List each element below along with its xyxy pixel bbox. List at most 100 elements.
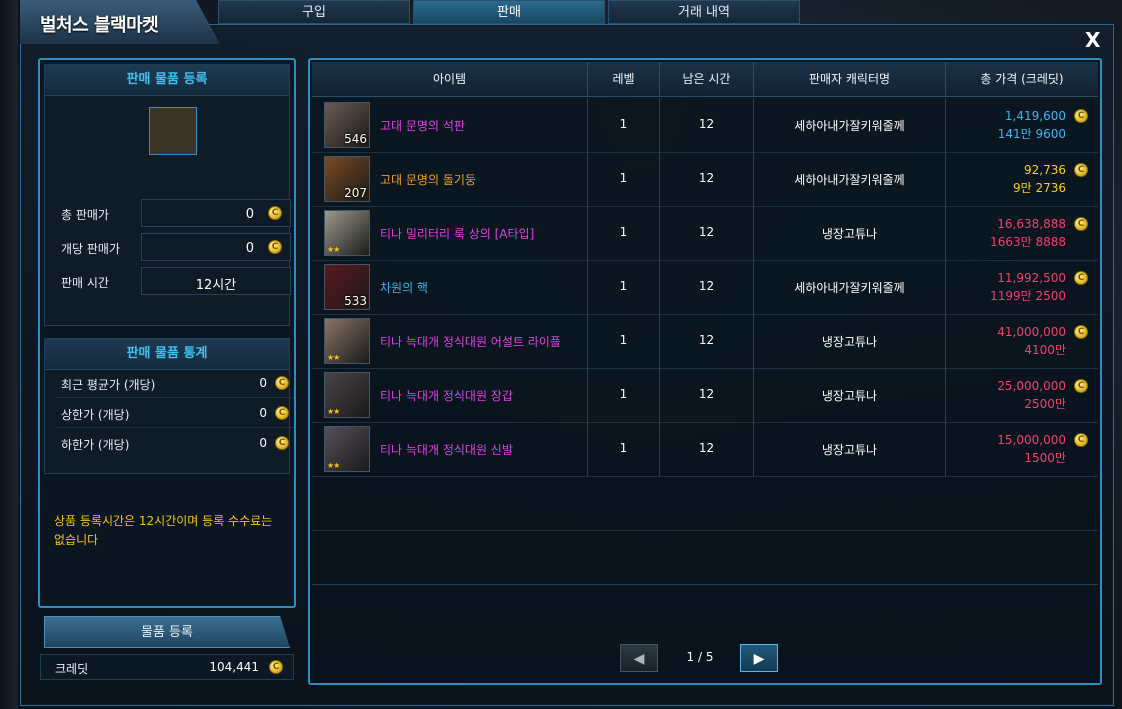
empty-table-row [312,476,1098,531]
seller-cell: 냉장고튜나 [754,314,946,368]
table-row[interactable]: ★★ 티나 밀리터리 룩 상의 [A타입] 1 12 냉장고튜나 16,638,888 16… [312,206,1098,261]
credit-label: 크레딧 [55,662,89,676]
credit-value: 104,441 [209,660,259,674]
page-indicator: 1 / 5 [686,650,714,664]
level-cell: 1 [588,368,660,422]
credit-coin-icon: C [1074,163,1088,177]
sale-time-label: 판매 시간 [61,276,109,290]
item-level: 1 [619,333,628,347]
seller-name: 세하아내가잘키워줄께 [794,119,905,133]
stat-label: 상한가 (개당) [61,408,130,422]
total-price-korean: 2500만 [1024,397,1066,411]
remaining-time: 12 [698,225,715,239]
total-price: 25,000,000 [997,379,1066,393]
close-button[interactable]: X [1085,28,1100,52]
credit-coin-icon: C [268,206,282,220]
item-level: 1 [619,441,628,455]
header-total-price[interactable]: 총 가격 (크레딧) [946,62,1098,96]
header-remaining-time[interactable]: 남은 시간 [660,62,754,96]
header-item[interactable]: 아이템 [312,62,588,96]
stat-label: 최근 평균가 (개당) [61,378,156,392]
item-cell: 546 고대 문명의 석판 [312,98,588,152]
time-cell: 12 [660,422,754,476]
seller-name: 냉장고튜나 [821,443,878,457]
table-row[interactable]: ★★ 티나 늑대개 정식대원 어설트 라이플 1 12 냉장고튜나 41,000,000 4… [312,314,1098,369]
total-price-korean: 1500만 [1024,451,1066,465]
stat-value: 0 [259,376,267,390]
table-row[interactable]: ★★ 티나 늑대개 정식대원 장갑 1 12 냉장고튜나 25,000,000 2500만 C [312,368,1098,423]
header-level[interactable]: 레벨 [588,62,660,96]
remaining-time: 12 [698,333,715,347]
stone-pillar-icon: 207 [324,156,370,202]
unit-price-row: 개당 판매가 0 C [57,233,291,261]
tab-history[interactable]: 거래 내역 [608,0,800,24]
total-price: 16,638,888 [997,217,1066,231]
total-price-korean: 9만 2736 [1012,181,1066,195]
price-cell: 11,992,500 1199만 2500 C [946,260,1098,314]
item-level: 1 [619,225,628,239]
level-cell: 1 [588,422,660,476]
unit-price-label: 개당 판매가 [61,242,121,256]
price-cell: 92,736 9만 2736 C [946,152,1098,206]
sale-time-select[interactable]: 12시간 [141,267,291,295]
stat-row-lower-limit: 하한가 (개당) 0 C [57,431,293,457]
level-cell: 1 [588,206,660,260]
stat-row-recent-avg: 최근 평균가 (개당) 0 C [57,371,293,398]
remaining-time: 12 [698,387,715,401]
table-header: 아이템 레벨 남은 시간 판매자 캐릭터명 총 가격 (크레딧) [312,62,1098,97]
item-quantity: 546 [344,132,367,146]
stat-value: 0 [259,436,267,450]
next-page-button[interactable]: ▶ [740,644,778,672]
time-cell: 12 [660,98,754,152]
total-price-input[interactable]: 0 C [141,199,291,227]
table-row[interactable]: 533 차원의 핵 1 12 세하아내가잘키워줄께 11,992,500 1199만 250… [312,260,1098,315]
prev-page-button[interactable]: ◀ [620,644,658,672]
grade-stars-icon: ★★ [327,245,340,254]
sale-time-value: 12시간 [195,278,237,293]
listing-panel: 아이템 레벨 남은 시간 판매자 캐릭터명 총 가격 (크레딧) 546 고대 문… [308,58,1102,685]
seller-name: 세하아내가잘키워줄께 [794,281,905,295]
register-section-title: 판매 물품 등록 [45,65,289,96]
total-price: 41,000,000 [997,325,1066,339]
remaining-time: 12 [698,171,715,185]
item-name: 티나 늑대개 정식대원 장갑 [380,389,513,403]
total-price: 92,736 [1024,163,1066,177]
table-row[interactable]: 546 고대 문명의 석판 1 12 세하아내가잘키워줄께 1,419,600 141만 9… [312,98,1098,153]
tab-sell[interactable]: 판매 [413,0,605,24]
level-cell: 1 [588,152,660,206]
item-name: 고대 문명의 석판 [380,119,465,133]
registration-notice: 상품 등록시간은 12시간이며 등록 수수료는 없습니다 [54,514,273,547]
credit-coin-icon: C [275,436,289,450]
item-cell: 207 고대 문명의 돌기둥 [312,152,588,206]
price-cell: 41,000,000 4100만 C [946,314,1098,368]
dimension-core-icon: 533 [324,264,370,310]
unit-price-input[interactable]: 0 C [141,233,291,261]
stats-section: 판매 물품 통계 최근 평균가 (개당) 0 C 상한가 (개당) 0 C 하한… [44,338,293,474]
table-row[interactable]: ★★ 티나 늑대개 정식대원 신발 1 12 냉장고튜나 15,000,000 1500만 C [312,422,1098,477]
empty-table-row [312,530,1098,585]
register-section: 판매 물품 등록 총 판매가 0 C 개당 판매가 0 C 판매 시간 12시간 [44,64,291,326]
tab-buy[interactable]: 구입 [218,0,410,24]
credit-coin-icon: C [269,660,283,674]
item-name: 차원의 핵 [380,281,428,295]
seller-name: 냉장고튜나 [821,227,878,241]
register-item-button[interactable]: 물품 등록 [44,616,290,648]
seller-cell: 세하아내가잘키워줄께 [754,98,946,152]
table-row[interactable]: 207 고대 문명의 돌기둥 1 12 세하아내가잘키워줄께 92,736 9만 2736 C [312,152,1098,207]
time-cell: 12 [660,260,754,314]
stat-value: 0 [259,406,267,420]
total-price-korean: 1199만 2500 [990,289,1066,303]
credit-coin-icon: C [1074,271,1088,285]
item-quantity: 207 [344,186,367,200]
seller-name: 냉장고튜나 [821,389,878,403]
total-price: 11,992,500 [997,271,1066,285]
credit-coin-icon: C [275,376,289,390]
item-drop-slot[interactable] [149,107,197,155]
total-price-value: 0 [245,207,254,222]
header-seller[interactable]: 판매자 캐릭터명 [754,62,946,96]
total-price-korean: 141만 9600 [997,127,1066,141]
time-cell: 12 [660,314,754,368]
grade-stars-icon: ★★ [327,353,340,362]
sale-time-row: 판매 시간 12시간 [57,267,291,295]
credit-coin-icon: C [1074,109,1088,123]
